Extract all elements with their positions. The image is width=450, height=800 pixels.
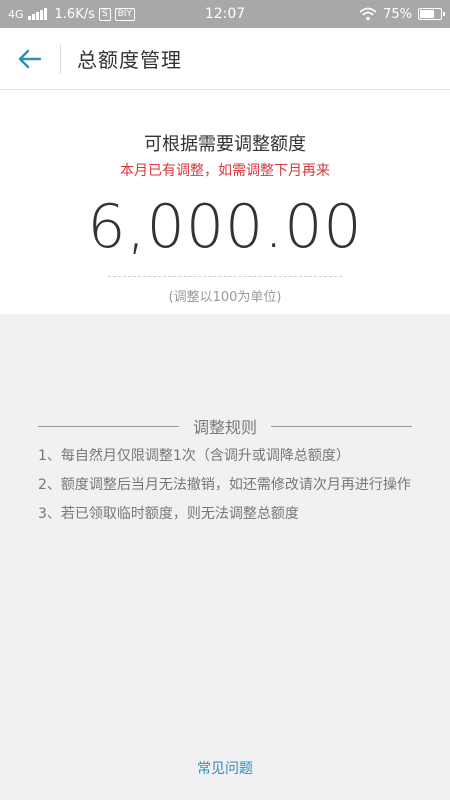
rules-header: 调整规则 xyxy=(38,414,413,438)
network-type: 4G xyxy=(8,7,24,21)
title-bar: 总额度管理 xyxy=(0,28,450,90)
status-bar: 4G 1.6K/s S BIY 12:07 75% xyxy=(0,0,450,28)
status-time: 12:07 xyxy=(204,6,246,22)
back-button[interactable] xyxy=(0,28,60,90)
rules-list: 1、每自然月仅限调整1次（含调升或调降总额度） 2、额度调整后当月无法撤销，如还… xyxy=(38,446,438,533)
rule-item: 2、额度调整后当月无法撤销，如还需修改请次月再进行操作 xyxy=(38,477,411,493)
rule-item: 1、每自然月仅限调整1次（含调升或调降总额度） xyxy=(38,448,350,464)
title-divider xyxy=(60,43,61,74)
network-speed: 1.6K/s xyxy=(54,6,95,22)
amount-card: 可根据需要调整额度 本月已有调整，如需调整下月再来 6,000.00 (调整以1… xyxy=(0,90,450,314)
amount-divider xyxy=(108,276,342,277)
rules-line-left xyxy=(38,425,179,427)
status-left: 4G 1.6K/s S BIY xyxy=(8,7,359,22)
battery-icon xyxy=(418,8,445,20)
page-title: 总额度管理 xyxy=(77,48,182,72)
signal-icon xyxy=(27,8,47,20)
rules-title: 调整规则 xyxy=(193,418,258,437)
battery-percent: 75% xyxy=(383,6,412,22)
adjust-warning: 本月已有调整，如需调整下月再来 xyxy=(120,163,330,179)
rules-line-right xyxy=(271,425,413,427)
rule-item: 3、若已领取临时额度，则无法调整总额度 xyxy=(38,506,299,522)
arrow-left-icon xyxy=(18,49,42,68)
notification-icon: BIY xyxy=(114,7,135,21)
adjust-hint: 可根据需要调整额度 xyxy=(144,134,306,155)
status-right: 75% xyxy=(359,6,445,22)
wifi-icon xyxy=(359,7,377,21)
notification-icon: S xyxy=(98,7,111,21)
credit-amount: 6,000.00 xyxy=(87,192,363,262)
battery-level xyxy=(420,10,435,18)
faq-link[interactable]: 常见问题 xyxy=(0,758,450,778)
unit-note: (调整以100为单位) xyxy=(168,290,282,305)
